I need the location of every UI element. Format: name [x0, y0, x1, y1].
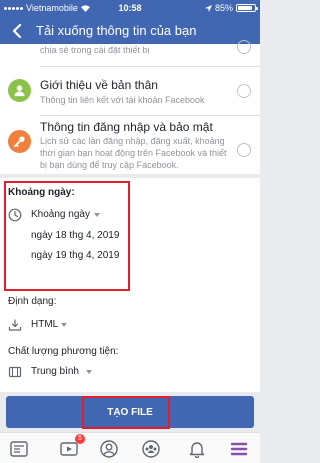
item-description: Thông tin liên kết với tài khoản Faceboo… — [40, 95, 205, 105]
chevron-left-icon — [12, 24, 22, 38]
quality-label: Chất lượng phương tiện: — [8, 346, 119, 357]
notification-badge: 5 — [75, 434, 85, 444]
tab-news-feed[interactable] — [8, 438, 30, 460]
item-description: chia sẻ trong cài đặt thiết bị — [40, 45, 150, 55]
person-icon — [8, 79, 31, 102]
battery-percent: 85% — [214, 3, 233, 13]
item-radio[interactable] — [237, 40, 251, 54]
chevron-down-icon — [86, 370, 92, 374]
key-icon — [8, 130, 31, 153]
chevron-down-icon — [61, 323, 67, 327]
tab-watch[interactable]: 5 — [58, 434, 85, 460]
tab-notifications[interactable] — [186, 438, 208, 460]
back-button[interactable] — [6, 20, 28, 42]
location-icon — [204, 4, 212, 12]
list-item-login-security[interactable]: Thông tin đăng nhập và bảo mật Lịch sử c… — [0, 116, 260, 174]
battery-icon — [236, 4, 258, 12]
item-title: Thông tin đăng nhập và bảo mật — [40, 120, 213, 134]
list-item-profile-info[interactable]: Giới thiệu về bản thân Thông tin liên kế… — [0, 67, 260, 115]
date-range-highlight — [4, 181, 130, 291]
bell-icon — [189, 442, 205, 459]
film-icon — [8, 366, 22, 378]
download-icon — [8, 319, 22, 331]
tab-menu[interactable] — [228, 438, 250, 460]
menu-icon — [230, 442, 248, 456]
profile-icon — [100, 440, 118, 458]
format-select[interactable]: HTML — [31, 319, 58, 330]
page-title: Tải xuống thông tin của bạn — [36, 23, 197, 38]
tab-profile[interactable] — [98, 438, 120, 460]
item-description: Lịch sử các lần đăng nhập, đăng xuất, kh… — [40, 136, 227, 170]
tab-groups[interactable] — [140, 438, 162, 460]
nav-bar: Tải xuống thông tin của bạn — [0, 18, 260, 44]
groups-icon — [142, 440, 160, 458]
categories-list: chia sẻ trong cài đặt thiết bị Giới thiệ… — [0, 40, 260, 174]
quality-select[interactable]: Trung bình — [31, 366, 79, 377]
format-label: Định dạng: — [8, 296, 57, 307]
create-button-highlight — [82, 396, 170, 429]
list-item-partial[interactable]: chia sẻ trong cài đặt thiết bị — [0, 40, 260, 66]
item-radio[interactable] — [237, 84, 251, 98]
news-feed-icon — [10, 441, 28, 457]
item-radio[interactable] — [237, 143, 251, 157]
bottom-tab-bar: 5 — [0, 432, 260, 463]
item-title: Giới thiệu về bản thân — [40, 78, 158, 92]
status-bar: Vietnamobile 10:58 85% — [0, 0, 260, 18]
